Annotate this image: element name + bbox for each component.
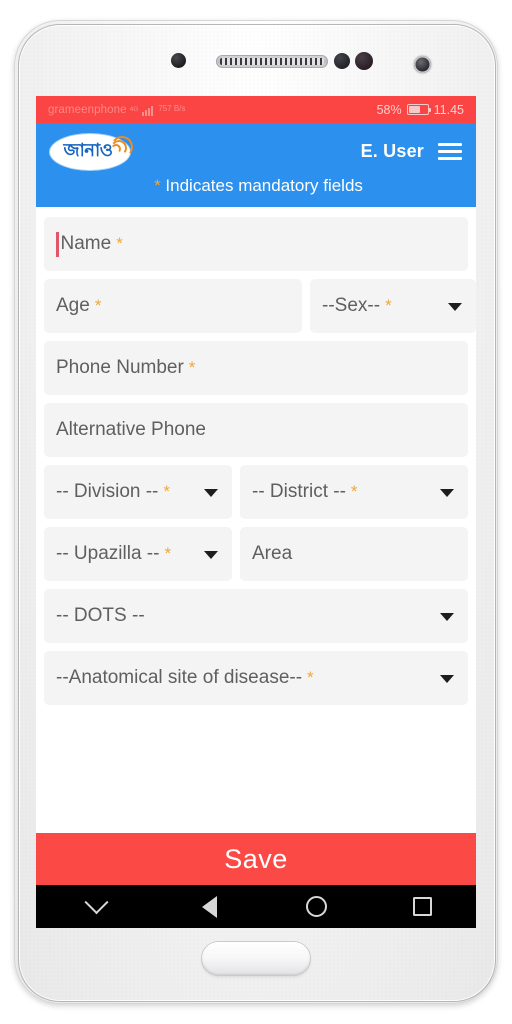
- field-anatomical-site-required-star: *: [307, 668, 314, 687]
- form-row-anatomical-site: --Anatomical site of disease-- *: [44, 651, 468, 705]
- field-area-label: Area: [252, 543, 293, 564]
- phone-top-hardware: [14, 20, 498, 96]
- chevron-down-icon[interactable]: [448, 303, 462, 311]
- brand-logo[interactable]: জানাও: [50, 132, 138, 174]
- hide-keyboard-button[interactable]: [36, 885, 156, 928]
- field-name-required-star: *: [116, 234, 123, 253]
- logo-text: জানাও: [63, 140, 113, 161]
- data-rate-label: 757 B/s: [158, 104, 186, 114]
- physical-home-button[interactable]: [202, 942, 310, 975]
- led-indicator-icon: [355, 52, 373, 70]
- chevron-down-icon[interactable]: [204, 489, 218, 497]
- status-bar-right: 58% 11.45: [377, 103, 464, 117]
- field-sex-label: --Sex--: [322, 295, 381, 316]
- field-upazilla-label: -- Upazilla --: [56, 543, 160, 564]
- field-area[interactable]: Area: [240, 527, 468, 581]
- field-dots-select[interactable]: -- DOTS --: [44, 589, 468, 643]
- proximity-sensor-icon: [171, 53, 186, 68]
- field-sex-select[interactable]: --Sex-- *: [310, 279, 476, 333]
- status-bar: grameenphone 4G 757 B/s 58% 11.45: [36, 96, 476, 123]
- field-name-label: Name: [60, 233, 112, 254]
- nav-back-button[interactable]: [156, 885, 263, 928]
- field-age[interactable]: Age *: [44, 279, 302, 333]
- field-name[interactable]: Name *: [44, 217, 468, 271]
- nav-recents-button[interactable]: [369, 885, 476, 928]
- mandatory-notice-text: Indicates mandatory fields: [160, 176, 363, 195]
- chevron-down-icon[interactable]: [440, 489, 454, 497]
- field-anatomical-site-select[interactable]: --Anatomical site of disease-- *: [44, 651, 468, 705]
- app-bar: জানাও E. User: [36, 123, 476, 174]
- save-button[interactable]: Save: [36, 833, 476, 885]
- field-upazilla-select[interactable]: -- Upazilla -- *: [44, 527, 232, 581]
- chevron-down-icon[interactable]: [440, 613, 454, 621]
- form-row-name: Name *: [44, 217, 468, 271]
- mandatory-fields-notice: * Indicates mandatory fields: [36, 174, 476, 207]
- chevron-down-icon[interactable]: [440, 675, 454, 683]
- user-label[interactable]: E. User: [361, 141, 424, 162]
- field-district-label: -- District --: [252, 481, 346, 502]
- signal-strength-icon: [142, 104, 154, 116]
- form-row-age-sex: Age * --Sex-- *: [44, 279, 476, 333]
- android-navigation-bar: [36, 885, 476, 928]
- field-division-select[interactable]: -- Division -- *: [44, 465, 232, 519]
- status-bar-left: grameenphone 4G 757 B/s: [48, 104, 185, 116]
- field-district-required-star: *: [350, 482, 358, 501]
- hamburger-menu-icon[interactable]: [438, 143, 462, 160]
- save-button-label: Save: [224, 843, 288, 874]
- home-circle-icon: [305, 896, 327, 917]
- phone-screen: grameenphone 4G 757 B/s 58% 11.45 জানাও …: [36, 96, 476, 928]
- signal-waves-icon: [109, 134, 136, 160]
- chevron-down-icon: [83, 890, 109, 915]
- field-phone-number-label: Phone Number: [56, 357, 184, 378]
- recents-square-icon: [413, 897, 433, 916]
- field-anatomical-site-label: --Anatomical site of disease--: [56, 667, 303, 688]
- light-sensor-icon: [334, 53, 350, 69]
- form-row-phone: Phone Number *: [44, 341, 468, 395]
- field-phone-number[interactable]: Phone Number *: [44, 341, 468, 395]
- field-district-select[interactable]: -- District -- *: [240, 465, 468, 519]
- field-division-label: -- Division --: [56, 481, 159, 502]
- form-row-alternative-phone: Alternative Phone: [44, 403, 468, 457]
- field-age-required-star: *: [94, 296, 102, 315]
- field-sex-required-star: *: [385, 296, 392, 315]
- network-type-label: 4G: [129, 105, 139, 113]
- clock-label: 11.45: [433, 102, 464, 117]
- text-caret: [56, 231, 59, 257]
- carrier-name: grameenphone: [48, 103, 127, 116]
- back-triangle-icon: [199, 895, 219, 918]
- battery-percent-label: 58%: [376, 102, 402, 117]
- registration-form: Name * Age * --Sex-- * Phone Number * Al…: [36, 207, 476, 833]
- field-phone-required-star: *: [188, 358, 196, 377]
- field-upazilla-required-star: *: [164, 544, 172, 563]
- field-age-label: Age: [56, 295, 90, 316]
- field-division-required-star: *: [163, 482, 171, 501]
- form-row-division-district: -- Division -- * -- District -- *: [44, 465, 468, 519]
- field-alternative-phone[interactable]: Alternative Phone: [44, 403, 468, 457]
- chevron-down-icon[interactable]: [204, 551, 218, 559]
- form-row-upazilla-area: -- Upazilla -- * Area: [44, 527, 468, 581]
- front-camera-icon: [414, 56, 431, 73]
- nav-home-button[interactable]: [263, 885, 370, 928]
- earpiece-speaker: [216, 55, 328, 68]
- app-bar-right: E. User: [361, 132, 462, 162]
- required-star-icon: *: [154, 176, 161, 195]
- field-dots-label: -- DOTS --: [56, 605, 145, 626]
- form-row-dots: -- DOTS --: [44, 589, 468, 643]
- field-alternative-phone-label: Alternative Phone: [56, 419, 206, 440]
- battery-icon: [406, 104, 432, 115]
- earpiece-grille: [220, 58, 324, 65]
